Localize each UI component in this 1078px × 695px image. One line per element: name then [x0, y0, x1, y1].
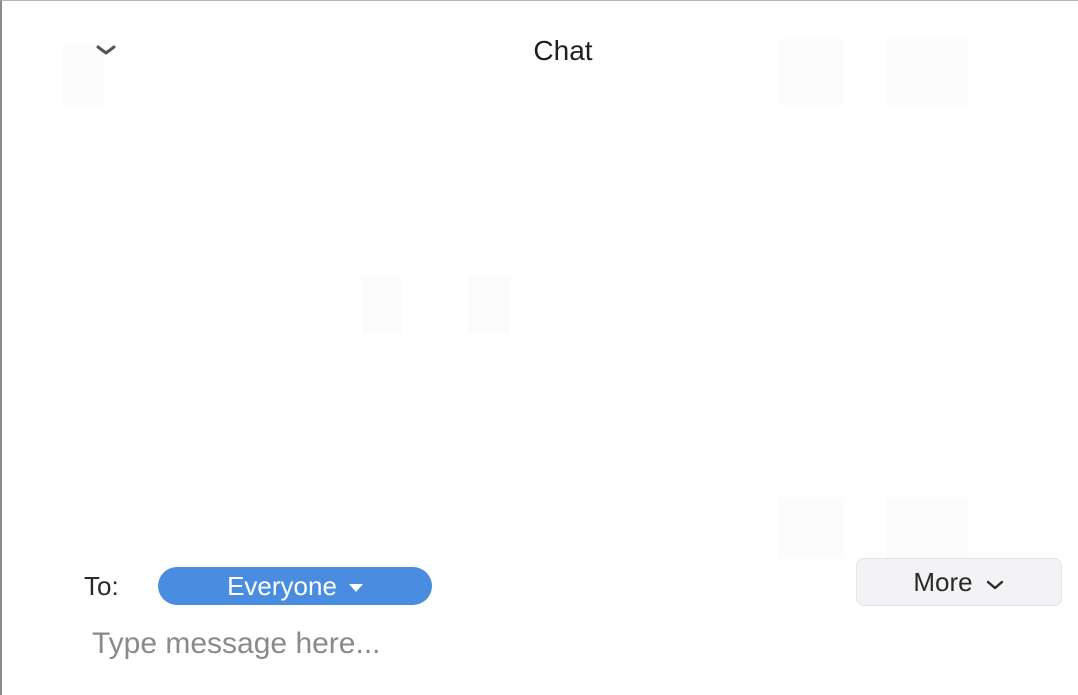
chat-panel: Chat To: Everyone More: [0, 0, 1078, 695]
caret-down-icon: [348, 583, 363, 592]
chat-title: Chat: [533, 35, 593, 66]
recipient-selector[interactable]: Everyone: [158, 567, 432, 605]
recipient-label: Everyone: [227, 570, 337, 601]
chevron-down-icon: [985, 567, 1005, 598]
more-label: More: [913, 566, 973, 597]
more-button[interactable]: More: [856, 558, 1062, 606]
message-list[interactable]: [4, 91, 1078, 555]
message-input[interactable]: [86, 619, 1046, 669]
to-label: To:: [84, 571, 119, 601]
